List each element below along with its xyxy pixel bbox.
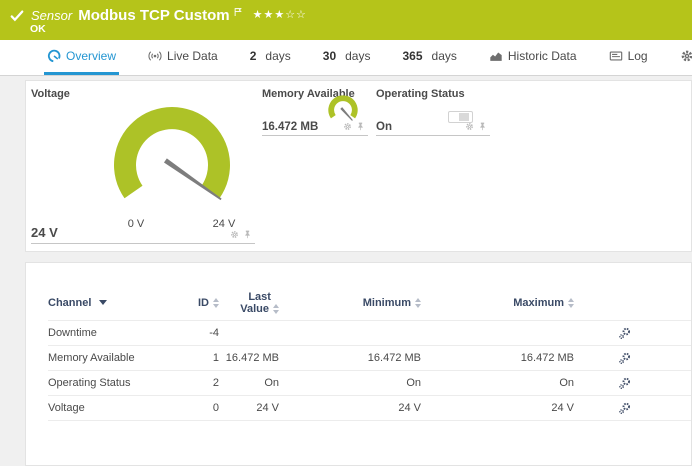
channel-last-value: 24 V [219,402,279,414]
column-header-last-value[interactable]: Last Value [219,291,279,315]
channel-maximum: 16.472 MB [421,352,574,364]
operating-panel-icons [465,122,487,131]
gauges-card: Voltage 0 V 24 V 24 V Memory Available 1… [25,80,692,252]
channel-minimum: On [279,377,421,389]
tab-settings[interactable]: Settings [677,40,692,75]
channel-id: 2 [193,377,219,389]
channel-maximum: On [421,377,574,389]
toggle-knob [459,113,469,121]
voltage-scale-max: 24 V [207,218,241,230]
tab-30-days-number: 30 [323,49,336,63]
tab-historic-data-label: Historic Data [508,49,577,63]
voltage-scale-min: 0 V [119,218,153,230]
gauge-icon [47,49,61,63]
channel-last-value: 16.472 MB [219,352,279,364]
gear-icon[interactable] [230,230,239,239]
broadcast-icon [148,49,162,63]
column-header-maximum-label: Maximum [513,297,564,309]
gear-icon[interactable] [465,122,474,131]
tab-2-days[interactable]: 2 days [247,40,294,75]
column-header-id[interactable]: ID [193,297,219,309]
tab-overview-label: Overview [66,49,116,63]
column-header-maximum[interactable]: Maximum [421,297,574,309]
gear-icon [680,49,692,63]
tab-365-days-label: days [432,49,457,63]
sensor-header: Sensor Modbus TCP Custom ★★★☆☆ OK [0,0,692,40]
pin-icon[interactable] [478,122,487,131]
channel-name: Downtime [48,327,193,339]
channel-settings-gears-icon[interactable] [618,327,631,340]
tab-365-days[interactable]: 365 days [399,40,459,75]
channel-settings-gears-icon[interactable] [618,352,631,365]
tab-live-data-label: Live Data [167,49,218,63]
channel-settings-gears-icon[interactable] [618,377,631,390]
table-row-operating-status[interactable]: Operating Status 2 On On On [48,371,691,396]
tab-30-days-label: days [345,49,370,63]
sort-desc-icon [99,300,107,305]
stars-empty: ☆☆ [285,9,307,21]
column-header-id-label: ID [198,297,209,309]
sensor-type-label: Sensor [31,8,72,23]
table-row-downtime[interactable]: Downtime -4 [48,321,691,346]
stars-filled: ★★★ [253,9,286,21]
channel-name: Memory Available [48,352,193,364]
memory-panel-icons [343,122,365,131]
pin-icon[interactable] [243,230,252,239]
tab-historic-data[interactable]: Historic Data [486,40,580,75]
channel-id: -4 [193,327,219,339]
voltage-gauge [102,103,242,207]
voltage-panel-icons [230,230,252,239]
memory-value: 16.472 MB [262,121,318,133]
bar-chart-icon [489,49,503,63]
status-badge: OK [30,23,46,35]
channel-name: Voltage [48,402,193,414]
sort-arrows-icon [568,298,574,308]
voltage-value: 24 V [31,225,58,240]
voltage-panel-title: Voltage [31,88,255,100]
tab-30-days[interactable]: 30 days [320,40,374,75]
tab-365-days-number: 365 [402,49,422,63]
channel-name: Operating Status [48,377,193,389]
operating-value: On [376,121,392,133]
pin-icon[interactable] [356,122,365,131]
voltage-gauge-panel: Voltage 0 V 24 V 24 V [31,88,255,244]
tab-log[interactable]: Log [606,40,651,75]
operating-panel-title: Operating Status [376,88,490,100]
memory-gauge-panel: Memory Available 16.472 MB [262,88,368,136]
channel-table-header: Channel ID Last Value Minimum Maximum [48,289,691,321]
table-row-memory-available[interactable]: Memory Available 1 16.472 MB 16.472 MB 1… [48,346,691,371]
channel-last-value: On [219,377,279,389]
column-header-minimum[interactable]: Minimum [279,297,421,309]
channel-minimum: 24 V [279,402,421,414]
sensor-title: Modbus TCP Custom [78,7,229,24]
channel-settings-gears-icon[interactable] [618,402,631,415]
gear-icon[interactable] [343,122,352,131]
tab-2-days-number: 2 [250,49,257,63]
tab-live-data[interactable]: Live Data [145,40,221,75]
priority-flag-icon[interactable] [234,7,243,17]
tab-2-days-label: days [265,49,290,63]
channel-id: 0 [193,402,219,414]
column-header-minimum-label: Minimum [363,297,411,309]
channel-minimum: 16.472 MB [279,352,421,364]
status-check-icon [10,9,24,23]
operating-status-panel: Operating Status On [376,88,490,136]
column-header-channel-label: Channel [48,297,91,309]
channel-id: 1 [193,352,219,364]
table-row-voltage[interactable]: Voltage 0 24 V 24 V 24 V [48,396,691,421]
tab-log-label: Log [628,49,648,63]
sensor-header-row: Sensor Modbus TCP Custom ★★★☆☆ [0,0,692,24]
tab-overview[interactable]: Overview [44,40,119,75]
log-window-icon [609,49,623,63]
column-header-value-label: Value [240,303,269,315]
priority-stars[interactable]: ★★★☆☆ [253,8,307,21]
tab-bar: Overview Live Data 2 days 30 days 365 da… [0,40,692,76]
column-header-last-label: Last [240,291,279,303]
channel-maximum: 24 V [421,402,574,414]
channel-table-card: Channel ID Last Value Minimum Maximum [25,262,692,466]
column-header-channel[interactable]: Channel [48,297,193,309]
